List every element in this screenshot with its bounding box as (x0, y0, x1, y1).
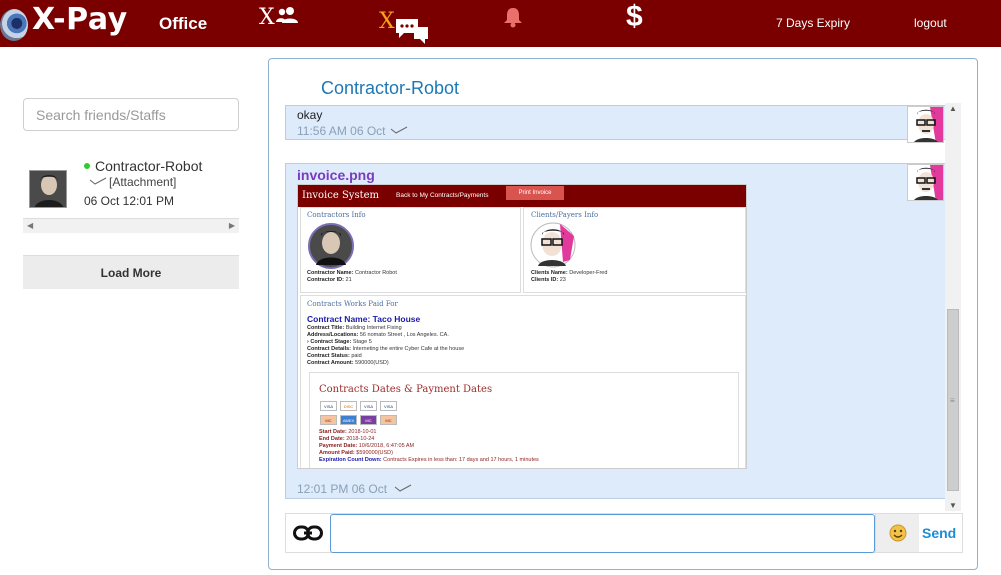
client-photo (530, 222, 576, 268)
avatar (29, 170, 67, 208)
online-status-dot (84, 163, 90, 169)
invoice-date-details: Start Date: 2018-10-01 End Date: 2018-10… (319, 429, 539, 463)
logo-icon (0, 9, 28, 41)
message-time: 12:01 PM 06 Oct (297, 482, 388, 496)
invoice-print-button: Print Invoice (506, 186, 564, 200)
scroll-left-icon[interactable]: ◀ (27, 221, 33, 230)
chat-message-attachment: invoice.png Invoice System Back to My Co… (285, 163, 946, 499)
message-list[interactable]: okay 11:56 AM 06 Oct invoice.png Invoice… (285, 103, 950, 507)
invoice-contractor-heading: Contractors Info (307, 211, 366, 219)
nav-office-link[interactable]: Office (159, 14, 207, 34)
search-input[interactable] (23, 98, 239, 131)
expiry-label: 7 Days Expiry (776, 16, 851, 30)
invoice-client-box: Clients/Payers Info Clients Name: Develo… (523, 207, 746, 293)
mastercard-icon: MC (360, 415, 377, 425)
contact-last-time: 06 Oct 12:01 PM (84, 194, 175, 208)
invoice-title: Invoice System (302, 190, 380, 201)
scroll-down-icon[interactable]: ▼ (949, 501, 957, 510)
scrollbar-thumb[interactable]: ≡ (947, 309, 959, 491)
attach-link-button[interactable] (286, 514, 330, 552)
bell-icon[interactable] (503, 6, 523, 28)
message-time: 11:56 AM 06 Oct (297, 124, 386, 138)
invoice-contractor-box: Contractors Info Contractor Name: Contra… (300, 207, 521, 293)
send-button[interactable]: Send (922, 525, 956, 541)
users-icon (275, 7, 298, 23)
invoice-contract-details: Contract Title: Building Internet Fixing… (307, 325, 465, 366)
contact-list-item[interactable]: Contractor-Robot [Attachment] 06 Oct 12:… (23, 152, 239, 222)
contractor-photo (308, 223, 354, 269)
invoice-works-box: Contracts Works Paid For Contract Name: … (300, 295, 746, 468)
read-tick-icon (394, 484, 412, 492)
invoice-header: Invoice System Back to My Contracts/Paym… (298, 185, 746, 207)
sender-avatar (907, 106, 944, 143)
invoice-dates-box: Contracts Dates & Payment Dates VISA DIS… (309, 372, 739, 468)
load-more-button[interactable]: Load More (23, 255, 239, 289)
logout-link[interactable]: logout (914, 16, 947, 30)
invoice-works-heading: Contracts Works Paid For (307, 300, 398, 308)
invoice-contract-name: Contract Name: Taco House (307, 314, 421, 324)
dollar-icon[interactable]: $ (626, 0, 643, 34)
amex-card-icon: AMEX (340, 415, 357, 425)
chat-x-glyph: X (379, 9, 395, 34)
mastercard-icon: MC (320, 415, 337, 425)
message-composer: Send (285, 513, 963, 553)
nav-friends-button[interactable]: X (259, 5, 298, 33)
contacts-horizontal-scrollbar[interactable]: ◀ ▶ (23, 218, 239, 233)
invoice-contractor-details: Contractor Name: Contractor Robot Contra… (307, 270, 397, 283)
chat-panel: Contractor-Robot okay 11:56 AM 06 Oct in… (268, 58, 978, 570)
scroll-right-icon[interactable]: ▶ (229, 221, 235, 230)
chat-title: Contractor-Robot (321, 78, 460, 98)
smiley-icon (889, 524, 906, 542)
invoice-client-heading: Clients/Payers Info (531, 211, 599, 219)
message-input[interactable] (330, 514, 875, 553)
brand-logo[interactable]: X-Pay (32, 2, 128, 37)
attachment-filename[interactable]: invoice.png (297, 167, 375, 183)
visa-card-icon: VISA (320, 401, 337, 411)
invoice-client-details: Clients Name: Developer-Fred Clients ID:… (531, 270, 608, 283)
invoice-dates-heading: Contracts Dates & Payment Dates (319, 384, 493, 395)
message-text: okay (297, 108, 323, 122)
invoice-image-attachment[interactable]: Invoice System Back to My Contracts/Paym… (297, 184, 747, 469)
read-tick-icon (390, 126, 408, 134)
contact-name: Contractor-Robot (95, 158, 203, 174)
friends-x-glyph: X (259, 5, 275, 30)
emoji-button[interactable] (875, 514, 919, 552)
contact-last-message: [Attachment] (109, 175, 177, 189)
visa-card-icon: VISA (380, 401, 397, 411)
grip-icon: ≡ (950, 396, 955, 405)
scroll-up-icon[interactable]: ▲ (949, 104, 957, 113)
discover-card-icon: DISC (340, 401, 357, 411)
top-navbar: X-Pay Office X X $ 7 Days Expiry logout (0, 0, 1001, 47)
visa-card-icon: VISA (360, 401, 377, 411)
sender-avatar (907, 164, 944, 201)
mastercard-icon: MC (380, 415, 397, 425)
read-tick-icon (89, 177, 107, 185)
link-icon (293, 525, 323, 541)
invoice-back-link: Back to My Contracts/Payments (396, 192, 489, 199)
chat-bubbles-icon (396, 19, 428, 44)
chat-message: okay 11:56 AM 06 Oct (285, 105, 946, 143)
messages-vertical-scrollbar[interactable]: ▲ ≡ ▼ (945, 103, 961, 511)
